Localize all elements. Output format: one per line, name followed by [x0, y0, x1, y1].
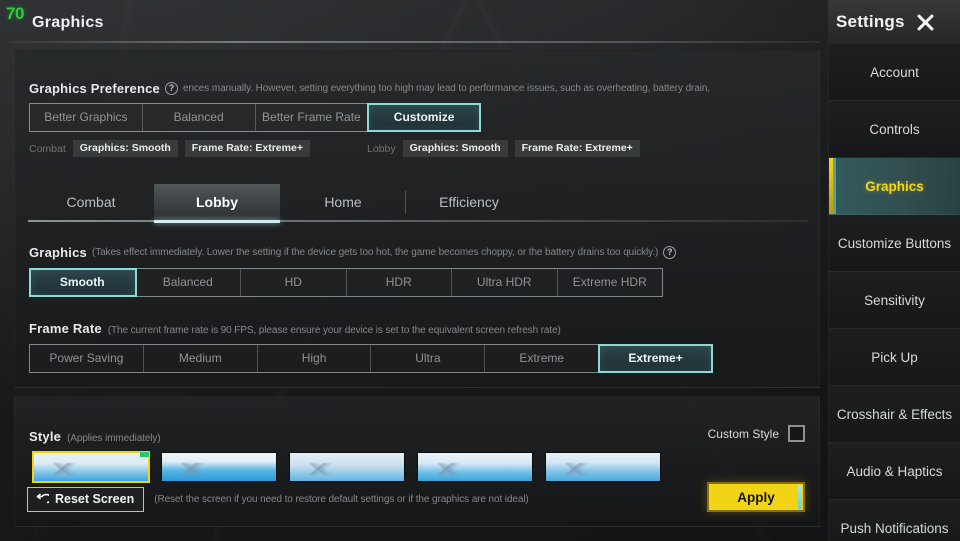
frame-rate-option-power-saving[interactable]: Power Saving	[30, 345, 144, 372]
sidebar-item-label: Audio & Haptics	[846, 463, 943, 479]
apply-button-label: Apply	[737, 489, 775, 505]
graphics-section-hint: (Takes effect immediately. Lower the set…	[91, 247, 659, 258]
graphics-preference-options: Better Graphics Balanced Better Frame Ra…	[29, 103, 481, 132]
tabs-underline	[28, 220, 808, 222]
graphics-quality-options: Smooth Balanced HD HDR Ultra HDR Extreme…	[29, 268, 663, 297]
tab-efficiency-label: Efficiency	[439, 194, 499, 210]
style-and-footer-panel: Style (Applies immediately) Custom Style…	[14, 396, 820, 527]
mountain-icon	[550, 463, 596, 475]
sidebar-item-audio-haptics[interactable]: Audio & Haptics	[829, 443, 960, 500]
frame-rate-option-ultra[interactable]: Ultra	[371, 345, 486, 372]
title-divider	[10, 41, 820, 43]
graphics-preference-description: ences manually. However, setting everyth…	[182, 83, 710, 94]
frame-rate-option-extreme-plus[interactable]: Extreme+	[598, 344, 713, 373]
settings-title: Settings	[836, 12, 905, 31]
tab-lobby-label: Lobby	[196, 194, 238, 210]
mountain-icon	[38, 463, 84, 475]
frame-rate-option-extreme[interactable]: Extreme	[485, 345, 600, 372]
frame-rate-options: Power Saving Medium High Ultra Extreme E…	[29, 344, 713, 373]
custom-style-label: Custom Style	[707, 426, 779, 441]
mountain-icon	[166, 463, 212, 475]
sidebar-item-label: Crosshair & Effects	[836, 406, 953, 422]
sidebar-item-label: Push Notifications	[840, 520, 949, 536]
settings-sidebar: Settings Account Controls Graphics Custo…	[828, 0, 960, 541]
reset-screen-label: Reset Screen	[55, 492, 135, 506]
graphics-option-extreme-hdr[interactable]: Extreme HDR	[558, 269, 663, 296]
apply-button[interactable]: Apply	[707, 482, 805, 512]
style-thumb-3[interactable]	[289, 452, 405, 482]
style-section-hint: (Applies immediately)	[67, 433, 161, 444]
lobby-graphics-chip: Graphics: Smooth	[402, 140, 508, 157]
sidebar-item-label: Controls	[869, 121, 920, 137]
combat-framerate-chip: Frame Rate: Extreme+	[184, 140, 310, 157]
sidebar-item-label: Pick Up	[871, 349, 918, 365]
tab-home[interactable]: Home	[280, 184, 406, 220]
question-mark-icon[interactable]: ?	[663, 246, 677, 259]
mountain-icon	[422, 463, 468, 475]
fps-counter: 70	[6, 4, 24, 23]
sidebar-item-graphics[interactable]: Graphics	[829, 158, 960, 215]
sidebar-item-label: Graphics	[865, 178, 924, 194]
mountain-icon	[294, 463, 340, 475]
sidebar-item-sensitivity[interactable]: Sensitivity	[829, 272, 960, 329]
frame-rate-option-high[interactable]: High	[258, 345, 372, 372]
settings-header: Settings	[828, 0, 960, 44]
graphics-option-hd[interactable]: HD	[241, 269, 347, 296]
frame-rate-section-hint: (The current frame rate is 90 FPS, pleas…	[107, 325, 561, 336]
sidebar-item-label: Sensitivity	[864, 292, 925, 308]
lobby-summary-label: Lobby	[367, 142, 396, 155]
tab-combat-label: Combat	[66, 194, 116, 210]
sidebar-item-account[interactable]: Account	[829, 44, 960, 101]
graphics-option-ultra-hdr[interactable]: Ultra HDR	[452, 269, 558, 296]
sidebar-item-customize-buttons[interactable]: Customize Buttons	[829, 215, 960, 272]
tab-lobby[interactable]: Lobby	[154, 184, 280, 223]
tab-home-label: Home	[324, 194, 362, 210]
sidebar-item-label: Customize Buttons	[837, 235, 952, 251]
page-title: Graphics	[32, 14, 104, 31]
tab-combat[interactable]: Combat	[28, 184, 154, 220]
style-thumb-1[interactable]	[32, 451, 150, 483]
style-thumb-2[interactable]	[161, 452, 277, 482]
preference-option-customize[interactable]: Customize	[367, 103, 481, 132]
style-thumb-4[interactable]	[417, 452, 533, 482]
reset-screen-button[interactable]: Reset Screen	[27, 487, 145, 512]
sidebar-item-label: Account	[870, 64, 919, 80]
style-thumb-5[interactable]	[545, 452, 661, 482]
question-mark-icon[interactable]: ?	[164, 82, 178, 95]
graphics-settings-screen: 70 Graphics Graphics Preference ? ences …	[0, 0, 960, 541]
tab-efficiency[interactable]: Efficiency	[406, 184, 532, 220]
sidebar-item-crosshair-effects[interactable]: Crosshair & Effects	[829, 386, 960, 443]
frame-rate-option-medium[interactable]: Medium	[144, 345, 258, 372]
combat-graphics-chip: Graphics: Smooth	[72, 140, 178, 157]
preference-option-better-frame-rate[interactable]: Better Frame Rate	[256, 104, 369, 131]
sidebar-item-pick-up[interactable]: Pick Up	[829, 329, 960, 386]
undo-arrow-icon	[36, 493, 49, 503]
close-x-icon[interactable]	[913, 10, 937, 34]
settings-nav-list: Account Controls Graphics Customize Butt…	[829, 44, 960, 541]
sidebar-item-push-notifications[interactable]: Push Notifications	[829, 500, 960, 541]
graphics-option-smooth[interactable]: Smooth	[29, 268, 137, 297]
combat-summary-label: Combat	[29, 142, 66, 155]
sidebar-item-controls[interactable]: Controls	[829, 101, 960, 158]
lobby-framerate-chip: Frame Rate: Extreme+	[514, 140, 640, 157]
graphics-preference-label: Graphics Preference	[29, 81, 160, 96]
reset-screen-hint: (Reset the screen if you need to restore…	[154, 494, 529, 505]
style-section-label: Style	[29, 429, 62, 444]
style-thumbnails	[32, 451, 661, 483]
preference-option-balanced[interactable]: Balanced	[143, 104, 256, 131]
preference-option-better-graphics[interactable]: Better Graphics	[30, 104, 143, 131]
graphics-section-label: Graphics	[29, 245, 87, 260]
frame-rate-section-label: Frame Rate	[29, 321, 102, 336]
custom-style-checkbox[interactable]	[788, 425, 805, 442]
mode-tabs: Combat Lobby Home Efficiency	[28, 184, 808, 224]
graphics-option-hdr[interactable]: HDR	[347, 269, 452, 296]
combat-summary: Combat Graphics: Smooth Frame Rate: Extr…	[29, 140, 310, 157]
graphics-option-balanced[interactable]: Balanced	[136, 269, 241, 296]
lobby-summary: Lobby Graphics: Smooth Frame Rate: Extre…	[367, 140, 640, 157]
